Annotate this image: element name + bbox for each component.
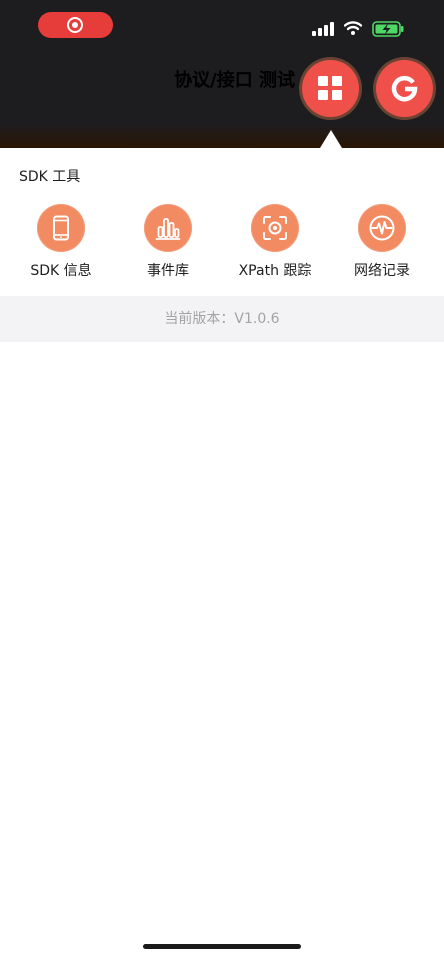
top-area: 协议/接口 测试 — [0, 0, 444, 148]
tool-xpath-tracking[interactable]: XPath 跟踪 — [225, 204, 325, 284]
phone-icon — [37, 204, 85, 252]
bar-chart-icon — [144, 204, 192, 252]
record-icon — [67, 17, 83, 33]
tool-label: 事件库 — [147, 263, 189, 279]
popover-arrow — [320, 130, 342, 148]
tool-sdk-info[interactable]: SDK 信息 — [11, 204, 111, 284]
version-bar: 当前版本：V1.0.6 — [0, 296, 444, 342]
grid-icon — [318, 76, 343, 101]
cellular-signal-icon — [312, 22, 334, 36]
focus-target-icon — [251, 204, 299, 252]
g-button[interactable] — [376, 60, 433, 117]
version-value: V1.0.6 — [234, 311, 280, 327]
status-icons — [306, 18, 426, 40]
sdk-tools-button[interactable] — [302, 60, 359, 117]
page-title: 协议/接口 测试 — [174, 70, 295, 91]
tool-label: SDK 信息 — [30, 263, 92, 279]
home-indicator[interactable] — [143, 944, 301, 949]
g-icon — [391, 75, 418, 102]
status-bar — [0, 0, 444, 50]
wifi-icon — [344, 21, 362, 35]
section-title: SDK 工具 — [19, 169, 81, 185]
tool-label: XPath 跟踪 — [238, 263, 312, 279]
tool-event-library[interactable]: 事件库 — [118, 204, 218, 284]
sdk-tools-panel: SDK 工具 SDK 信息 事件库 XPath 跟踪 网络记录 — [0, 148, 444, 296]
screen-recording-indicator[interactable] — [38, 12, 113, 38]
battery-charging-icon — [372, 21, 404, 37]
pulse-icon — [358, 204, 406, 252]
tool-label: 网络记录 — [354, 263, 410, 279]
tool-network-log[interactable]: 网络记录 — [332, 204, 432, 284]
version-prefix: 当前版本： — [164, 311, 235, 327]
